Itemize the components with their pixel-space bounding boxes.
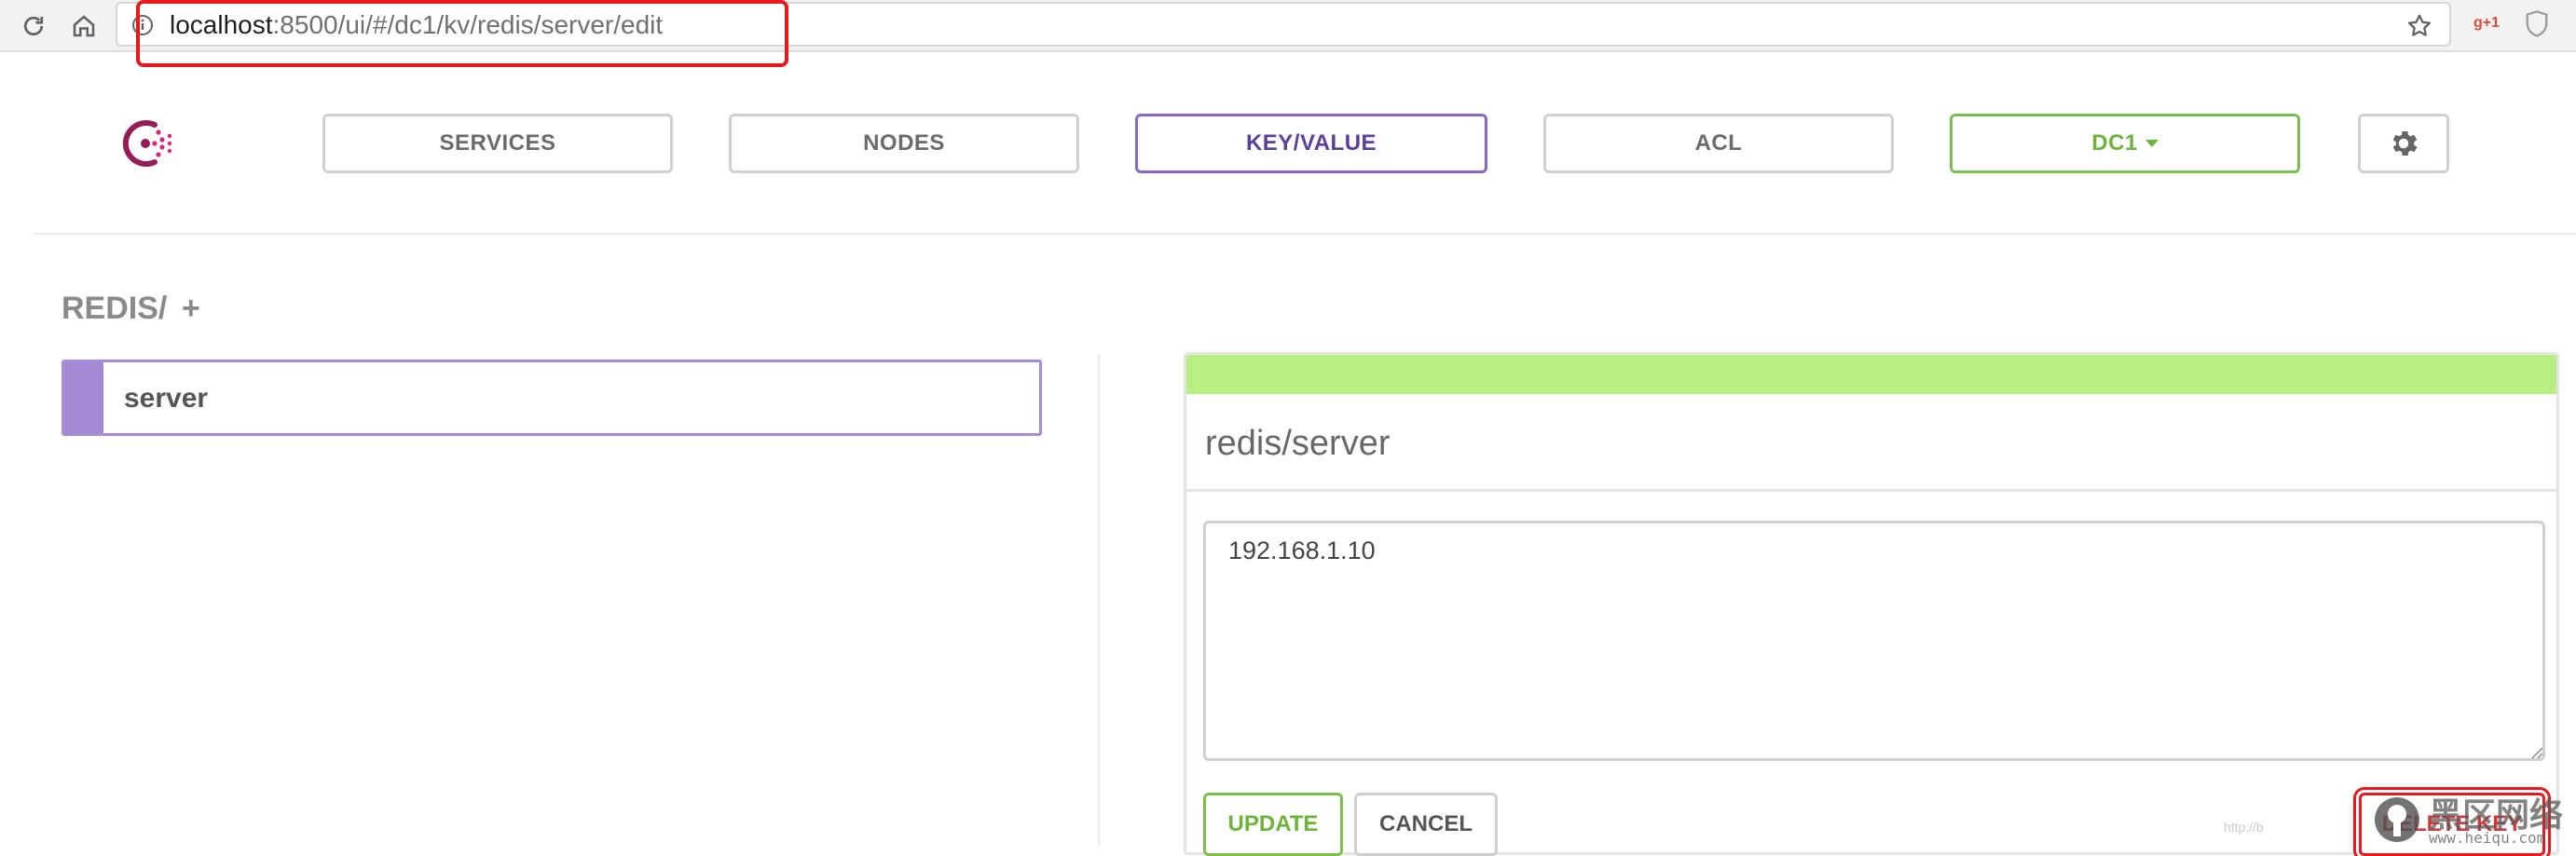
header-divider bbox=[34, 233, 2576, 235]
column-divider bbox=[1098, 354, 1100, 848]
kv-item-label: server bbox=[124, 383, 209, 414]
status-bar bbox=[1186, 355, 2556, 394]
nav-nodes-button[interactable]: NODES bbox=[729, 114, 1079, 173]
caret-down-icon bbox=[2144, 140, 2158, 147]
selected-indicator bbox=[64, 362, 103, 433]
datacenter-dropdown[interactable]: DC1 bbox=[1950, 114, 2300, 173]
key-path-title: redis/server bbox=[1205, 424, 1391, 463]
gplus-extension-icon[interactable]: g+1 bbox=[2468, 11, 2505, 35]
bookmark-star-icon[interactable] bbox=[2403, 9, 2436, 43]
datacenter-label: DC1 bbox=[2091, 130, 2138, 156]
kv-folder-name: REDIS/ bbox=[62, 291, 168, 326]
url-highlight-box bbox=[136, 0, 788, 67]
nav-acl-button[interactable]: ACL bbox=[1543, 114, 1894, 173]
cancel-button[interactable]: CANCEL bbox=[1354, 793, 1498, 856]
shield-extension-icon[interactable] bbox=[2520, 6, 2554, 43]
kv-folder-title: REDIS/ + bbox=[62, 291, 200, 327]
update-button[interactable]: UPDATE bbox=[1203, 793, 1343, 856]
reload-icon[interactable] bbox=[13, 6, 54, 47]
consul-logo[interactable] bbox=[117, 114, 177, 173]
gear-icon bbox=[2392, 130, 2418, 156]
delete-key-button[interactable]: DELETE KEY bbox=[2353, 787, 2551, 856]
panel-divider bbox=[1186, 489, 2556, 492]
kv-list-item-server[interactable]: server bbox=[62, 360, 1042, 436]
settings-button[interactable] bbox=[2358, 114, 2449, 173]
nav-keyvalue-button[interactable]: KEY/VALUE bbox=[1135, 114, 1487, 173]
nav-services-button[interactable]: SERVICES bbox=[322, 114, 673, 173]
key-edit-panel: redis/server 192.168.1.10 UPDATE CANCEL … bbox=[1184, 352, 2559, 856]
home-icon[interactable] bbox=[63, 6, 104, 47]
watermark-faint-url: http://b bbox=[2224, 820, 2264, 835]
value-textarea[interactable]: 192.168.1.10 bbox=[1203, 521, 2545, 761]
add-key-icon[interactable]: + bbox=[182, 291, 200, 326]
resize-handle-icon[interactable] bbox=[2528, 744, 2543, 759]
